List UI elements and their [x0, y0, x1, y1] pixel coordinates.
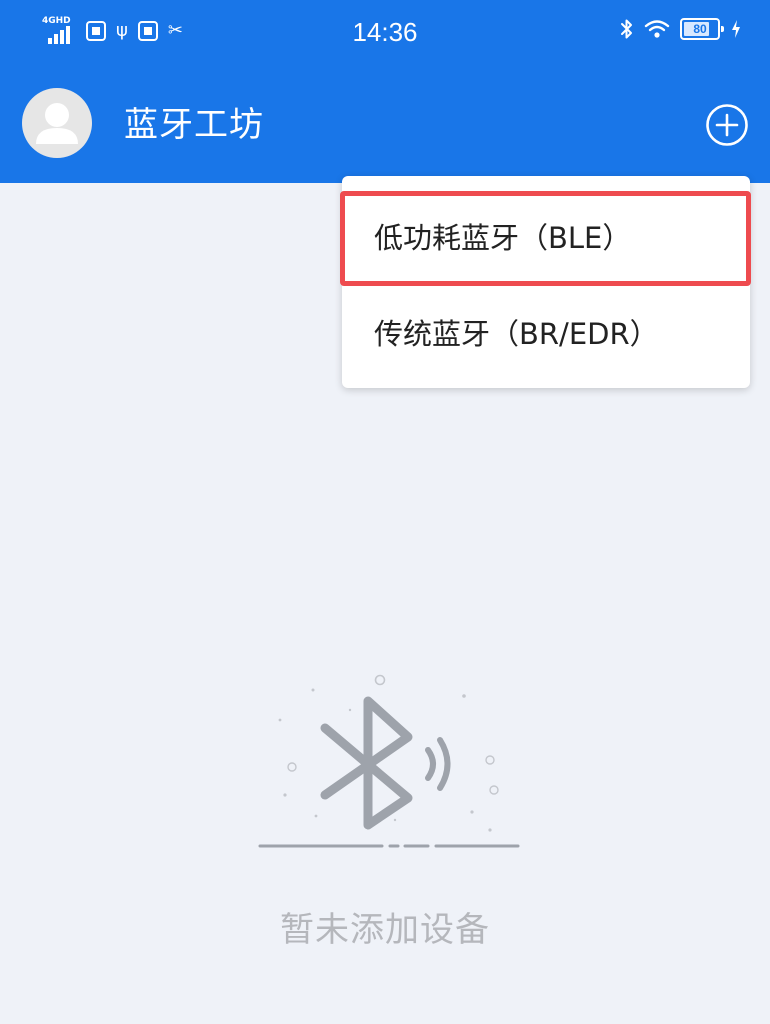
status-right-icons: 80 — [620, 18, 742, 40]
menu-item-br-edr[interactable]: 传统蓝牙（BR/EDR） — [342, 286, 750, 378]
app-bar: 4GHD ψ ✂ 14:36 80 蓝牙工坊 — [0, 0, 770, 183]
battery-icon: 80 — [680, 18, 724, 40]
highlight-box — [340, 191, 751, 286]
add-device-button[interactable] — [705, 103, 749, 147]
status-bar: 4GHD ψ ✂ 14:36 80 — [0, 0, 770, 64]
bluetooth-icon — [621, 19, 632, 39]
bluetooth-icon — [320, 696, 413, 830]
signal-waves-icon — [425, 737, 451, 791]
plus-circle-icon — [706, 104, 748, 146]
empty-state-illustration — [258, 674, 520, 848]
page-title: 蓝牙工坊 — [124, 105, 264, 145]
battery-level: 80 — [693, 22, 707, 36]
user-icon — [36, 103, 78, 144]
charging-icon — [732, 20, 740, 38]
empty-state-message: 暂未添加设备 — [280, 910, 490, 950]
avatar[interactable] — [22, 88, 92, 158]
wifi-icon — [644, 20, 670, 38]
